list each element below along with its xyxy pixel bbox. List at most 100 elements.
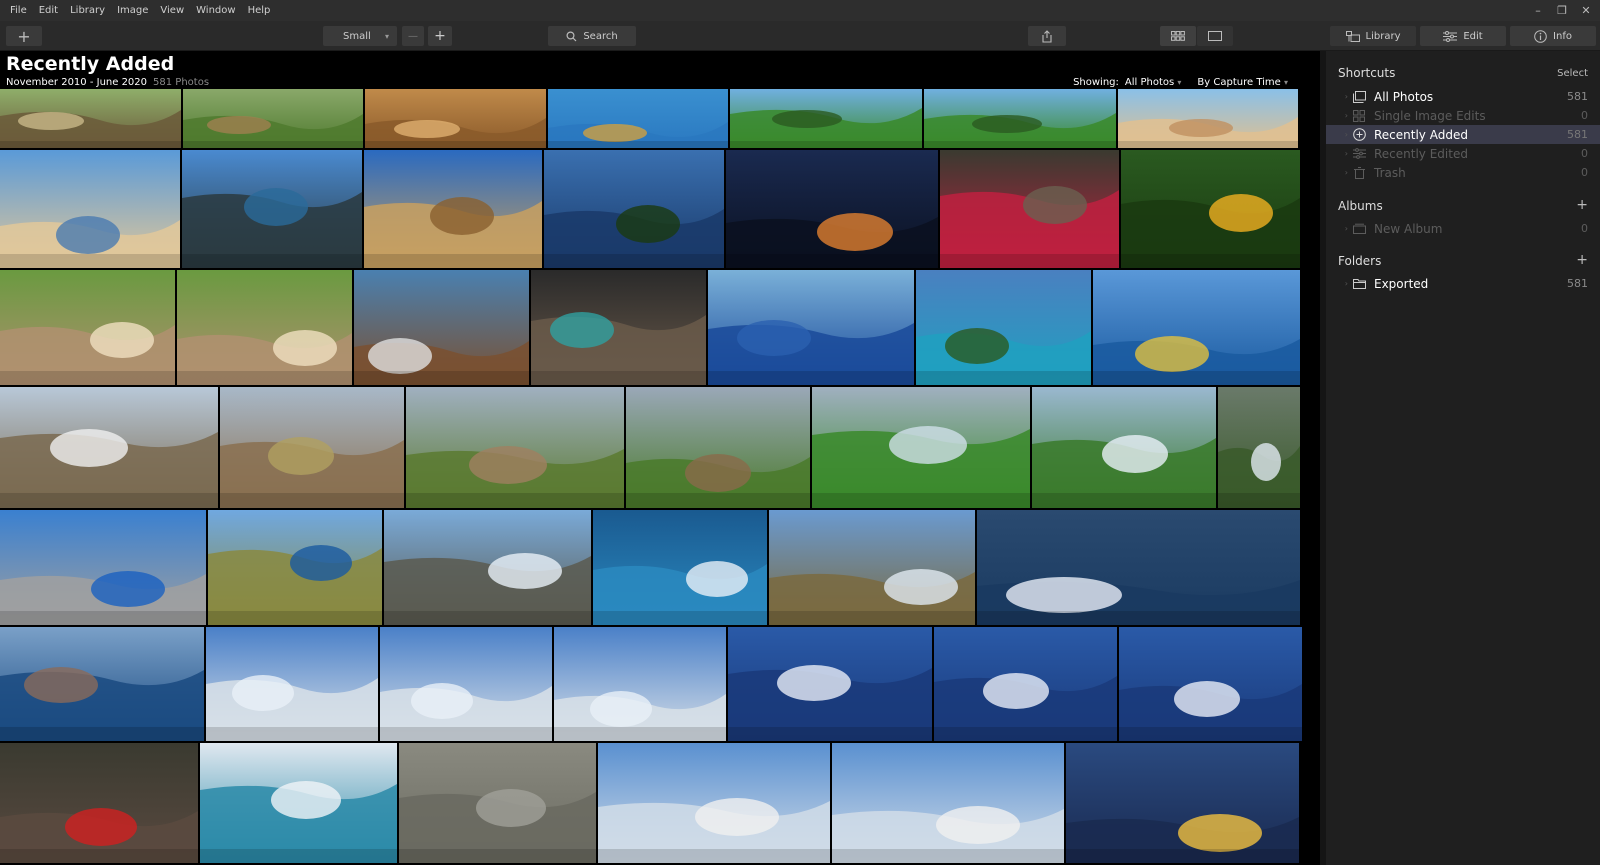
photo-thumbnail[interactable] xyxy=(399,743,596,863)
photo-thumbnail[interactable] xyxy=(1121,150,1300,268)
shortcut-item-trash[interactable]: › Trash 0 xyxy=(1326,163,1600,182)
photo-thumbnail[interactable] xyxy=(1119,627,1302,741)
photo-thumbnail[interactable] xyxy=(177,270,352,385)
search-button[interactable]: Search xyxy=(548,26,636,46)
photo-thumbnail[interactable] xyxy=(1032,387,1216,508)
photo-thumbnail[interactable] xyxy=(200,743,397,863)
photo-thumbnail[interactable] xyxy=(728,627,932,741)
restore-button[interactable]: ❐ xyxy=(1556,4,1568,17)
chevron-right-icon[interactable]: › xyxy=(1326,168,1352,177)
chevron-right-icon[interactable]: › xyxy=(1326,149,1352,158)
photo-thumbnail[interactable] xyxy=(183,89,363,148)
photo-thumbnail[interactable] xyxy=(365,89,546,148)
zoom-in-button[interactable]: + xyxy=(428,26,452,46)
menu-window[interactable]: Window xyxy=(190,0,241,21)
photo-thumbnail[interactable] xyxy=(548,89,728,148)
chevron-right-icon[interactable]: › xyxy=(1326,279,1352,288)
photo-thumbnail[interactable] xyxy=(924,89,1116,148)
photo-thumbnail[interactable] xyxy=(1066,743,1299,863)
thumbnail-size-label: Small xyxy=(343,30,371,42)
showing-label: Showing: xyxy=(1073,77,1119,88)
showing-filter[interactable]: Showing: All Photos ▾ xyxy=(1073,77,1181,88)
photo-thumbnail[interactable] xyxy=(730,89,922,148)
photo-thumbnail[interactable] xyxy=(832,743,1064,863)
close-button[interactable]: ✕ xyxy=(1580,4,1592,17)
shortcut-item-label: Single Image Edits xyxy=(1374,108,1486,123)
photo-thumbnail[interactable] xyxy=(769,510,975,625)
album-item-new-album[interactable]: › New Album 0 xyxy=(1326,219,1600,238)
shortcut-item-count: 0 xyxy=(1581,109,1588,122)
menu-file[interactable]: File xyxy=(4,0,33,21)
photo-thumbnail[interactable] xyxy=(593,510,767,625)
menu-help[interactable]: Help xyxy=(242,0,277,21)
tab-library[interactable]: Library xyxy=(1330,26,1416,46)
photo-thumbnail[interactable] xyxy=(354,270,529,385)
chevron-right-icon[interactable]: › xyxy=(1326,130,1352,139)
photo-thumbnail[interactable] xyxy=(0,387,218,508)
menu-image[interactable]: Image xyxy=(111,0,154,21)
minimize-button[interactable]: – xyxy=(1532,4,1544,17)
chevron-right-icon[interactable]: › xyxy=(1326,92,1352,101)
tab-edit[interactable]: Edit xyxy=(1420,26,1506,46)
select-button[interactable]: Select xyxy=(1557,68,1588,79)
photo-thumbnail[interactable] xyxy=(708,270,914,385)
photo-thumbnail[interactable] xyxy=(726,150,938,268)
shortcut-item-all-photos[interactable]: › All Photos 581 xyxy=(1326,87,1600,106)
share-button[interactable] xyxy=(1028,26,1066,46)
chevron-right-icon[interactable]: › xyxy=(1326,224,1352,233)
albums-heading: Albums xyxy=(1338,199,1383,213)
photo-thumbnail[interactable] xyxy=(626,387,810,508)
add-album-button[interactable]: + xyxy=(1576,197,1588,213)
photo-thumbnail[interactable] xyxy=(812,387,1030,508)
photo-thumbnail[interactable] xyxy=(940,150,1119,268)
photo-thumbnail[interactable] xyxy=(208,510,382,625)
photo-thumbnail[interactable] xyxy=(0,627,204,741)
photo-thumbnail[interactable] xyxy=(598,743,830,863)
tab-edit-label: Edit xyxy=(1463,30,1483,42)
photo-thumbnail[interactable] xyxy=(544,150,724,268)
photo-thumbnail[interactable] xyxy=(206,627,378,741)
sliders-icon xyxy=(1352,148,1366,160)
single-view-button[interactable] xyxy=(1197,26,1233,46)
photo-thumbnail[interactable] xyxy=(1118,89,1298,148)
chevron-down-icon: ▾ xyxy=(384,31,389,41)
photo-thumbnail[interactable] xyxy=(977,510,1300,625)
folder-item-exported[interactable]: › Exported 581 xyxy=(1326,274,1600,293)
photo-thumbnail[interactable] xyxy=(1218,387,1300,508)
photo-thumbnail[interactable] xyxy=(0,150,180,268)
grid-view-button[interactable] xyxy=(1160,26,1196,46)
library-sidebar: Shortcuts Select › All Photos 581 › Single I… xyxy=(1326,51,1600,865)
add-folder-button[interactable]: + xyxy=(1576,252,1588,268)
photo-thumbnail[interactable] xyxy=(0,89,181,148)
photo-count: 581 Photos xyxy=(153,77,210,88)
photo-thumbnail[interactable] xyxy=(0,270,175,385)
photo-thumbnail[interactable] xyxy=(934,627,1117,741)
photo-browser: Recently Added November 2010 - June 2020… xyxy=(0,51,1320,865)
menu-edit[interactable]: Edit xyxy=(33,0,64,21)
photo-thumbnail[interactable] xyxy=(220,387,404,508)
grid-icon xyxy=(1171,31,1185,41)
photo-thumbnail[interactable] xyxy=(0,510,206,625)
photo-thumbnail[interactable] xyxy=(364,150,542,268)
add-photos-button[interactable]: + xyxy=(6,26,42,46)
photo-thumbnail[interactable] xyxy=(380,627,552,741)
menu-library[interactable]: Library xyxy=(64,0,111,21)
chevron-right-icon[interactable]: › xyxy=(1326,111,1352,120)
shortcut-item-recently-added[interactable]: › Recently Added 581 xyxy=(1326,125,1600,144)
photo-thumbnail[interactable] xyxy=(554,627,726,741)
sort-filter[interactable]: By Capture Time ▾ xyxy=(1197,77,1288,88)
photo-thumbnail[interactable] xyxy=(0,743,198,863)
tab-info[interactable]: Info xyxy=(1510,26,1596,46)
photo-thumbnail[interactable] xyxy=(406,387,624,508)
zoom-out-button[interactable]: — xyxy=(402,26,424,46)
thumbnail-size-select[interactable]: Small ▾ xyxy=(323,26,397,46)
photo-thumbnail[interactable] xyxy=(916,270,1091,385)
shortcut-item-single-image-edits[interactable]: › Single Image Edits 0 xyxy=(1326,106,1600,125)
shortcut-item-recently-edited[interactable]: › Recently Edited 0 xyxy=(1326,144,1600,163)
photo-thumbnail[interactable] xyxy=(182,150,362,268)
photo-thumbnail[interactable] xyxy=(384,510,591,625)
sliders-icon xyxy=(1443,30,1458,42)
menu-view[interactable]: View xyxy=(154,0,190,21)
photo-thumbnail[interactable] xyxy=(1093,270,1300,385)
photo-thumbnail[interactable] xyxy=(531,270,706,385)
